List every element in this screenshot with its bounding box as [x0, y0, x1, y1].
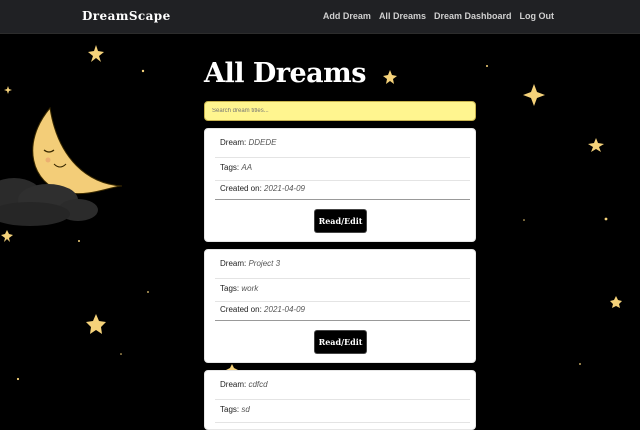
star-dot [16, 377, 20, 381]
created-label: Created on: [220, 305, 262, 314]
nav-log-out[interactable]: Log Out [520, 11, 555, 21]
tags-label: Tags: [220, 284, 240, 293]
read-edit-button[interactable]: Read/Edit [315, 331, 366, 353]
star [383, 70, 397, 84]
dream-date: 2021-04-09 [264, 305, 305, 314]
dream-title-row: Dream: cdfcd [215, 380, 470, 400]
star-dot [579, 363, 581, 365]
dream-card: Dream: cdfcd Tags: sd [204, 370, 476, 430]
dream-date-row: Created on: 2021-04-09 [215, 305, 470, 321]
page-title: All Dreams [204, 58, 366, 89]
star-dot [523, 219, 525, 221]
nav-all-dreams[interactable]: All Dreams [379, 11, 426, 21]
dream-title: DDEDE [248, 138, 277, 147]
search-input[interactable] [204, 101, 476, 121]
dream-label: Dream: [220, 380, 247, 389]
star [4, 86, 12, 94]
dream-date-row: Created on: 2021-04-09 [215, 184, 470, 200]
created-label: Created on: [220, 184, 262, 193]
star-dot [141, 69, 145, 73]
dream-date: 2021-04-09 [264, 184, 305, 193]
read-edit-button[interactable]: Read/Edit [315, 210, 366, 232]
star [588, 138, 604, 152]
star-dot [120, 353, 122, 355]
dream-title: Project 3 [248, 259, 281, 268]
dream-tags-row: Tags: sd [215, 405, 470, 423]
nav-add-dream[interactable]: Add Dream [323, 11, 371, 21]
star [86, 314, 106, 334]
dream-title-row: Dream: Project 3 [215, 259, 470, 279]
nav-links: Add Dream All Dreams Dream Dashboard Log… [323, 11, 554, 21]
moon-illustration [32, 106, 123, 195]
star [1, 230, 13, 242]
star [610, 296, 622, 308]
navbar: DreamScape Add Dream All Dreams Dream Da… [0, 0, 640, 34]
brand-logo[interactable]: DreamScape [82, 9, 171, 23]
star-dot [486, 65, 488, 67]
star-dot [78, 240, 80, 242]
star [523, 84, 545, 106]
dream-tags-row: Tags: work [215, 284, 470, 302]
dream-card: Dream: Project 3 Tags: work Created on: … [204, 249, 476, 363]
dream-label: Dream: [220, 259, 247, 268]
dream-label: Dream: [220, 138, 247, 147]
nav-dream-dashboard[interactable]: Dream Dashboard [434, 11, 512, 21]
dream-tags: AA [241, 163, 253, 172]
tags-label: Tags: [220, 163, 240, 172]
tags-label: Tags: [220, 405, 240, 414]
dream-tags-row: Tags: AA [215, 163, 470, 181]
dream-card: Dream: DDEDE Tags: AA Created on: 2021-0… [204, 128, 476, 242]
dream-title-row: Dream: DDEDE [215, 138, 470, 158]
star-dot [147, 291, 149, 293]
dream-tags: sd [241, 405, 250, 414]
star [88, 45, 104, 62]
dream-tags: work [241, 284, 259, 293]
star-dot [604, 217, 608, 221]
dream-title: cdfcd [248, 380, 268, 389]
